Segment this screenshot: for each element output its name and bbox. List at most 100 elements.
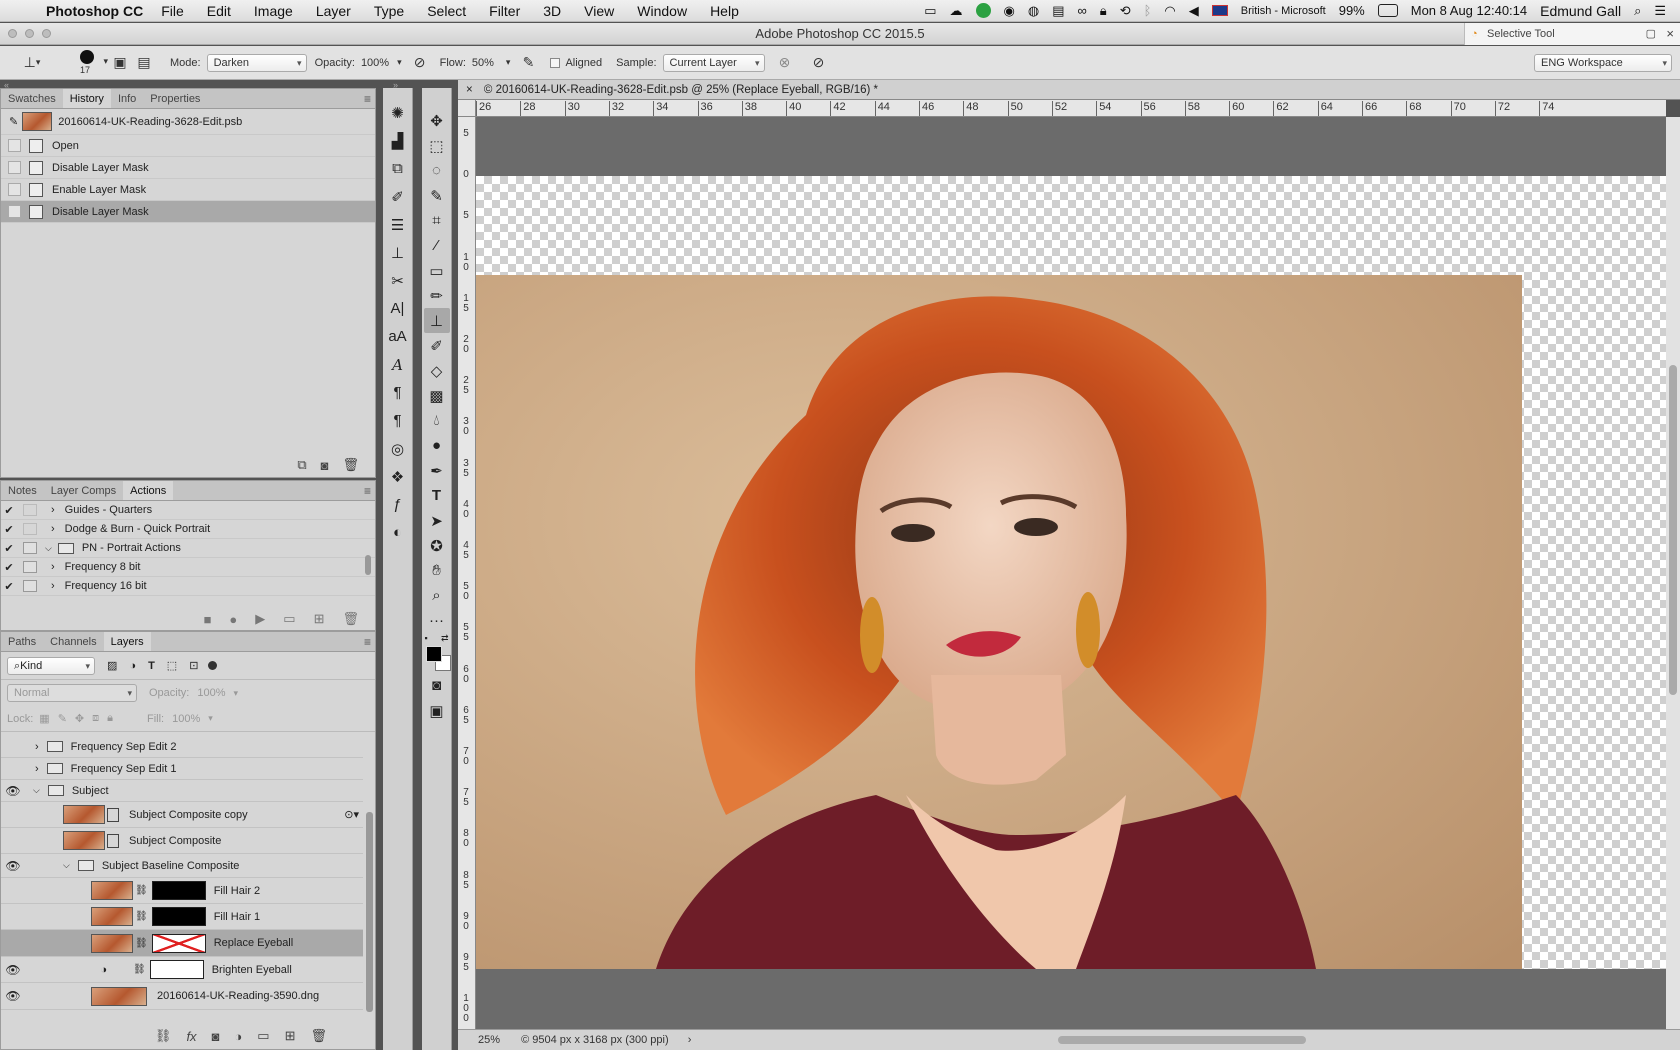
pressure-opacity-icon[interactable]: ⊘ [408,52,432,74]
chevron-right-icon[interactable]: › [51,561,55,573]
brush-tool-icon[interactable]: ✏ [424,283,450,308]
camera-snapshot-icon[interactable]: ◙ [321,458,329,473]
layer-mask-thumbnail[interactable] [149,960,204,979]
lock-icon[interactable]: 🔒︎ [1100,3,1107,19]
blur-tool-icon[interactable]: 💧︎ [424,408,450,433]
layer-row[interactable]: Subject Composite [1,828,363,854]
disabled-layer-mask-thumbnail[interactable] [151,933,206,953]
dock-collapse-icon[interactable]: » [393,80,398,90]
quick-selection-tool-icon[interactable]: ✎ [424,183,450,208]
brush-panel-icon[interactable]: ✂ [385,268,411,293]
panel-menu-icon[interactable]: ≡ [364,484,371,498]
dialog-toggle-box[interactable] [23,523,37,535]
eyedropper-tool-icon[interactable]: ⁄ [424,233,450,258]
hand-tool-icon[interactable]: ✋︎ [424,558,450,583]
user-name[interactable]: Edmund Gall [1540,3,1621,19]
toggle-check-icon[interactable]: ✔ [1,542,17,555]
opacity-value[interactable]: 100% [361,57,389,69]
eraser-tool-icon[interactable]: ◇ [424,358,450,383]
battery-percent[interactable]: 99% [1339,3,1365,18]
eye-icon[interactable]: 👁︎ [1,963,25,977]
document-canvas[interactable] [476,117,1666,1029]
vertical-ruler[interactable]: 5 0 5 1 0 1 5 2 0 2 5 3 0 3 5 4 0 4 5 5 0 5 5 6 0 6 5 7… [458,117,476,1029]
action-set[interactable]: ✔ ⌵ PN - Portrait Actions [1,539,375,558]
action-item[interactable]: ✔ › Frequency 16 bit [1,577,375,596]
clone-stamp-tool-icon[interactable]: ⊥ [423,308,450,333]
drive-icon[interactable]: ◍ [1028,3,1039,19]
lock-pixels-icon[interactable]: ✎ [58,712,67,725]
mask-link-icon[interactable]: ⛓ [133,964,146,975]
eye-icon[interactable]: 👁︎ [1,859,25,873]
layer-row-selected[interactable]: ⛓ Replace Eyeball [1,930,363,957]
input-source-label[interactable]: British - Microsoft [1241,5,1326,17]
menu-3d[interactable]: 3D [543,3,561,19]
new-group-icon[interactable]: ▭ [257,1028,269,1044]
history-state-selected[interactable]: Disable Layer Mask [1,201,375,223]
flag-uk-icon[interactable] [1211,5,1228,16]
dialog-toggle-box[interactable] [23,504,37,516]
layer-mask-thumbnail[interactable] [151,907,206,926]
history-brush-tool-icon[interactable]: ✐ [424,333,450,358]
panel-menu-icon[interactable]: ≡ [364,92,371,106]
chevron-down-icon[interactable]: ⌵ [33,785,40,796]
character-styles-icon[interactable]: aA [385,324,411,349]
history-snapshot[interactable]: ✎ 20160614-UK-Reading-3628-Edit.psb [1,109,375,135]
color-panel-icon[interactable]: ◐ [385,520,411,545]
lock-all-icon[interactable]: 🔒︎ [107,712,113,725]
tab-notes[interactable]: Notes [1,481,44,500]
toggle-check-icon[interactable]: ✔ [1,504,17,517]
layers-scrollbar[interactable] [366,812,373,1012]
menu-filter[interactable]: Filter [489,3,520,19]
type-tool-icon[interactable]: T [424,483,450,508]
action-item[interactable]: ✔ › Frequency 8 bit [1,558,375,577]
layer-row[interactable]: ⛓ Fill Hair 1 [1,904,363,930]
fx-icon[interactable]: fx [186,1029,196,1044]
menu-select[interactable]: Select [427,3,466,19]
action-item[interactable]: ✔ › Dodge & Burn - Quick Portrait [1,520,375,539]
fill-dropdown-icon[interactable]: ▾ [208,713,213,724]
adjustment-filter-icon[interactable]: ◑ [129,660,136,672]
creative-cloud-icon[interactable]: ∞ [1077,3,1086,18]
layer-row[interactable]: ⛓ Fill Hair 2 [1,878,363,904]
mask-link-icon[interactable]: ⛓ [135,938,148,949]
menu-layer[interactable]: Layer [316,3,351,19]
3d-panel-icon[interactable]: ❖ [385,464,411,489]
record-icon[interactable]: ● [229,612,237,627]
tab-layers[interactable]: Layers [103,632,151,651]
ruler-origin[interactable] [458,100,476,117]
mask-link-icon[interactable]: ⛓ [135,911,148,922]
trash-icon[interactable]: 🗑︎ [310,1028,327,1044]
chevron-right-icon[interactable]: › [51,523,55,535]
tab-actions[interactable]: Actions [123,481,174,500]
foreground-color[interactable] [425,646,442,662]
history-state[interactable]: Disable Layer Mask [1,157,375,179]
lock-artboard-icon[interactable]: ⧈ [92,712,99,725]
dialog-toggle-box[interactable] [23,561,37,573]
gradient-tool-icon[interactable]: ▩ [424,383,450,408]
mask-link-icon[interactable]: ⛓ [135,885,148,896]
dialog-toggle-box[interactable] [23,542,37,554]
history-source-box[interactable] [8,183,21,196]
tab-swatches[interactable]: Swatches [1,89,63,108]
ignore-adjustment-layers-icon[interactable]: ⊗ [773,52,797,74]
horizontal-scroll-thumb[interactable] [1058,1036,1306,1044]
dodge-tool-icon[interactable]: ● [424,433,450,458]
link-layers-icon[interactable]: ⛓ [155,1028,172,1044]
flow-dropdown-icon[interactable]: ▾ [506,57,511,68]
pressure-size-icon[interactable]: ⊘ [807,52,831,74]
new-set-folder-icon[interactable]: ▭ [283,611,295,627]
app-menu[interactable]: Photoshop CC [46,3,143,19]
opacity-dropdown-icon[interactable]: ▾ [234,688,239,699]
layer-row[interactable]: 👁︎ ◑ ⛓ Brighten Eyeball [1,957,363,983]
paragraph-styles-icon[interactable]: ¶ [385,408,411,433]
chevron-right-icon[interactable]: › [35,741,39,753]
brush-presets-icon[interactable]: ✐ [385,184,411,209]
dialog-toggle-box[interactable] [23,580,37,592]
zoom-window-button[interactable] [42,29,51,38]
tool-presets-icon[interactable]: ⊥ [385,240,411,265]
close-window-button[interactable] [8,29,17,38]
filter-toggle-icon[interactable] [208,661,218,670]
aligned-checkbox[interactable] [550,57,561,68]
creative-cloud-libraries-icon[interactable]: ◎ [385,436,411,461]
notification-center-icon[interactable]: ☰ [1654,3,1666,19]
